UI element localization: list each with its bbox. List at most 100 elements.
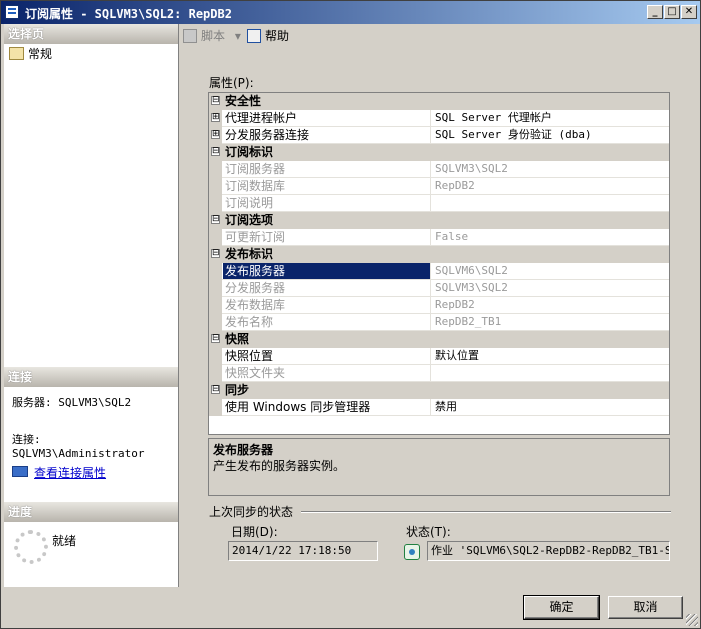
date-label: 日期(D):	[231, 525, 278, 539]
description-title: 发布服务器	[213, 443, 274, 457]
property-name: 订阅说明	[223, 195, 431, 211]
minimize-button[interactable]: _	[647, 5, 663, 19]
expand-icon[interactable]: ⊞	[211, 130, 220, 139]
script-icon	[183, 29, 197, 43]
nav-item-label: 常规	[28, 47, 53, 61]
row-gutter	[209, 178, 222, 195]
subscription-properties-dialog: 订阅属性 - SQLVM3\SQL2: RepDB2 _ □ ✕ 选择页 常规 …	[0, 0, 701, 629]
progress-status: 就绪	[52, 534, 77, 548]
main-pane: 属性(P): ⊟ 安全性 ⊞ 代理进程帐户 SQL Server 代理帐户 ⊞ 分发服务器连…	[179, 49, 699, 587]
date-field[interactable]: 2014/1/22 17:18:50	[228, 541, 378, 561]
property-row[interactable]: 快照位置 默认位置	[209, 348, 669, 365]
script-dropdown-icon[interactable]: ▾	[235, 29, 241, 43]
property-row[interactable]: ⊞ 分发服务器连接 SQL Server 身份验证 (dba)	[209, 127, 669, 144]
property-row[interactable]: 订阅数据库 RepDB2	[209, 178, 669, 195]
help-label: 帮助	[265, 29, 290, 43]
toolbar: 脚本 ▾ 帮助	[179, 24, 700, 49]
resize-grip-icon[interactable]	[686, 614, 698, 626]
property-value[interactable]: SQLVM3\SQL2	[432, 161, 669, 177]
link-label: 查看连接属性	[34, 466, 107, 480]
category-name: 快照	[225, 332, 250, 346]
properties-window-icon	[5, 5, 19, 19]
row-gutter	[209, 348, 222, 365]
property-value[interactable]: SQLVM6\SQL2	[432, 263, 669, 279]
group-divider	[301, 511, 671, 513]
property-row[interactable]: 可更新订阅 False	[209, 229, 669, 246]
expand-icon[interactable]: ⊞	[211, 113, 220, 122]
property-value[interactable]: 默认位置	[432, 348, 669, 364]
row-gutter	[209, 195, 222, 212]
property-row[interactable]: 发布名称 RepDB2_TB1	[209, 314, 669, 331]
category-name: 发布标识	[225, 247, 274, 261]
view-connection-properties-link[interactable]: 查看连接属性	[12, 464, 106, 481]
property-category[interactable]: ⊟ 同步	[209, 382, 669, 399]
server-info: 服务器: SQLVM3\SQL2	[12, 396, 132, 409]
help-icon	[247, 29, 261, 43]
property-value[interactable]: 禁用	[432, 399, 669, 415]
property-row[interactable]: 订阅说明	[209, 195, 669, 212]
left-pane: 选择页 常规 连接 服务器: SQLVM3\SQL2 连接: SQLVM3\Ad…	[4, 24, 179, 587]
collapse-icon[interactable]: ⊟	[211, 385, 220, 394]
property-name: 可更新订阅	[223, 229, 431, 245]
property-name: 代理进程帐户	[223, 110, 431, 126]
property-row[interactable]: 快照文件夹	[209, 365, 669, 382]
property-value[interactable]: SQL Server 代理帐户	[432, 110, 669, 126]
category-name: 订阅选项	[225, 213, 274, 227]
script-button[interactable]: 脚本 ▾	[183, 28, 241, 44]
property-category[interactable]: ⊟ 发布标识	[209, 246, 669, 263]
property-category[interactable]: ⊟ 快照	[209, 331, 669, 348]
property-row[interactable]: 订阅服务器 SQLVM3\SQL2	[209, 161, 669, 178]
property-category[interactable]: ⊟ 订阅标识	[209, 144, 669, 161]
property-row[interactable]: 发布服务器 SQLVM6\SQL2	[209, 263, 669, 280]
property-category[interactable]: ⊟ 安全性	[209, 93, 669, 110]
property-grid-body: ⊟ 安全性 ⊞ 代理进程帐户 SQL Server 代理帐户 ⊞ 分发服务器连接 SQL Se…	[209, 93, 669, 416]
connection-info: 连接: SQLVM3\Administrator	[12, 433, 145, 460]
property-row[interactable]: ⊞ 代理进程帐户 SQL Server 代理帐户	[209, 110, 669, 127]
collapse-icon[interactable]: ⊟	[211, 249, 220, 258]
property-value[interactable]: RepDB2	[432, 297, 669, 313]
maximize-button[interactable]: □	[664, 5, 680, 19]
row-gutter	[209, 314, 222, 331]
collapse-icon[interactable]: ⊟	[211, 334, 220, 343]
property-name: 分发服务器连接	[223, 127, 431, 143]
property-value[interactable]: RepDB2_TB1	[432, 314, 669, 330]
property-value[interactable]: RepDB2	[432, 178, 669, 194]
row-gutter	[209, 229, 222, 246]
cancel-button[interactable]: 取消	[608, 596, 683, 619]
progress-header: 进度	[4, 502, 178, 522]
property-value[interactable]	[432, 195, 669, 211]
last-sync-group-label: 上次同步的状态	[209, 505, 294, 519]
row-gutter	[209, 263, 222, 280]
row-gutter	[209, 280, 222, 297]
select-page-header: 选择页	[4, 24, 178, 44]
property-row[interactable]: 使用 Windows 同步管理器 禁用	[209, 399, 669, 416]
row-gutter	[209, 399, 222, 416]
property-name: 订阅数据库	[223, 178, 431, 194]
description-text: 产生发布的服务器实例。	[213, 459, 346, 473]
page-icon	[9, 47, 24, 60]
row-gutter	[209, 297, 222, 314]
help-button[interactable]: 帮助	[247, 28, 289, 44]
ok-button[interactable]: 确定	[523, 595, 600, 620]
property-name: 发布服务器	[223, 263, 431, 279]
collapse-icon[interactable]: ⊟	[211, 215, 220, 224]
close-button[interactable]: ✕	[681, 5, 697, 19]
collapse-icon[interactable]: ⊟	[211, 96, 220, 105]
property-name: 分发服务器	[223, 280, 431, 296]
title-bar[interactable]: 订阅属性 - SQLVM3\SQL2: RepDB2 _ □ ✕	[1, 1, 700, 24]
property-name: 快照位置	[223, 348, 431, 364]
property-row[interactable]: 分发服务器 SQLVM3\SQL2	[209, 280, 669, 297]
properties-label: 属性(P):	[209, 76, 254, 90]
property-grid[interactable]: ⊟ 安全性 ⊞ 代理进程帐户 SQL Server 代理帐户 ⊞ 分发服务器连接 SQL Se…	[208, 92, 670, 435]
property-value[interactable]: False	[432, 229, 669, 245]
row-gutter	[209, 365, 222, 382]
collapse-icon[interactable]: ⊟	[211, 147, 220, 156]
status-field[interactable]: 作业 'SQLVM6\SQL2-RepDB2-RepDB2_TB1-SQLV	[427, 541, 670, 561]
property-value[interactable]	[432, 365, 669, 381]
connection-header: 连接	[4, 367, 178, 387]
property-value[interactable]: SQLVM3\SQL2	[432, 280, 669, 296]
nav-item-general[interactable]: 常规	[8, 46, 52, 62]
property-value[interactable]: SQL Server 身份验证 (dba)	[432, 127, 669, 143]
property-row[interactable]: 发布数据库 RepDB2	[209, 297, 669, 314]
property-category[interactable]: ⊟ 订阅选项	[209, 212, 669, 229]
